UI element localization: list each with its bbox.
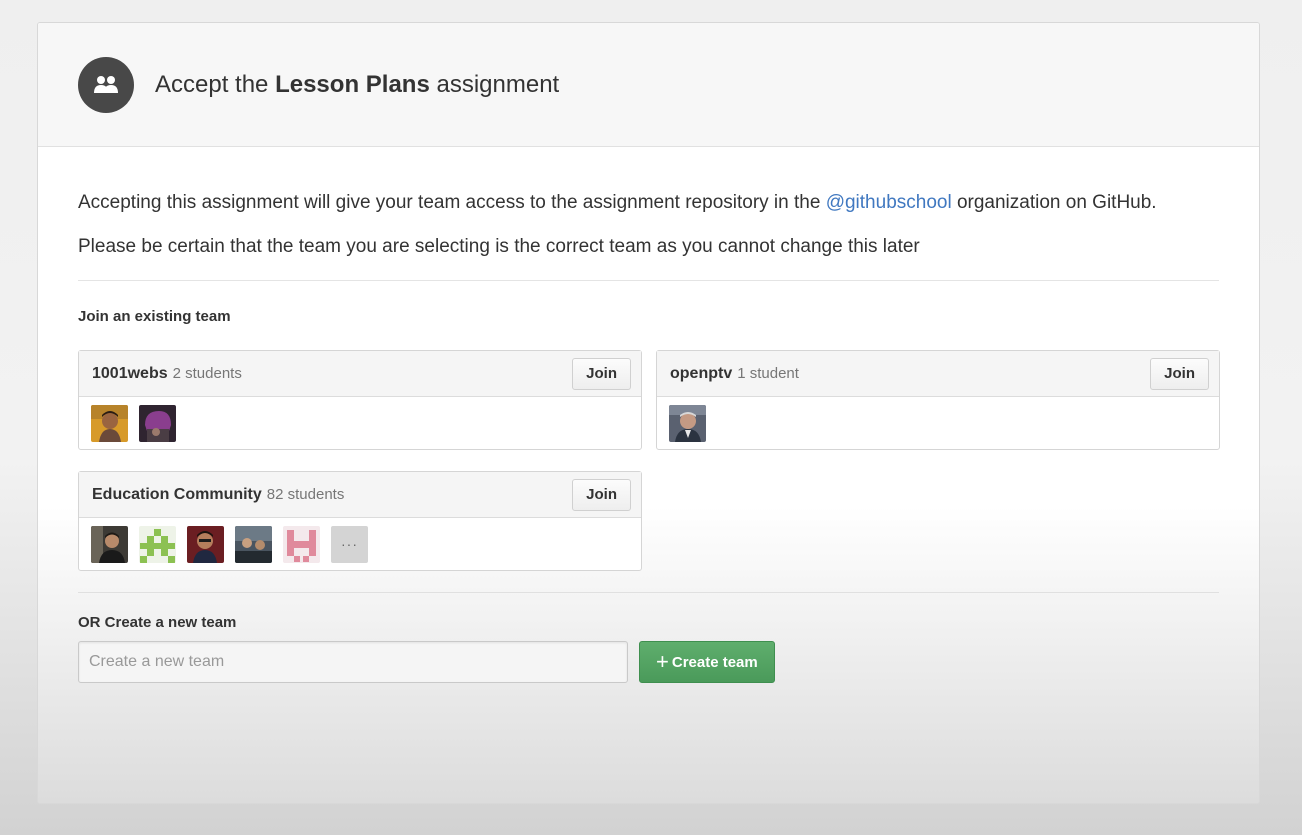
create-team-form: + Create team [78, 641, 1219, 683]
intro-after: organization on GitHub. [951, 192, 1157, 213]
org-link[interactable]: @githubschool [826, 192, 952, 213]
team-name: 1001webs [92, 364, 168, 382]
team-student-count: 1 student [737, 365, 799, 382]
intro-before: Accepting this assignment will give your… [78, 192, 826, 213]
avatar[interactable] [139, 404, 176, 442]
join-button[interactable]: Join [572, 478, 631, 511]
team-header: 1001webs 2 students Join [79, 351, 641, 397]
panel-header: Accept the Lesson Plans assignment [38, 23, 1259, 147]
team-list: 1001webs 2 students Join openptv 1 stude… [78, 350, 1220, 592]
assignment-panel: Accept the Lesson Plans assignment Accep… [37, 22, 1260, 804]
team-card-1001webs: 1001webs 2 students Join [78, 350, 642, 450]
avatar[interactable] [283, 525, 320, 563]
avatar[interactable] [91, 404, 128, 442]
team-name: Education Community [92, 485, 262, 503]
team-members: ··· [79, 518, 641, 570]
avatar[interactable] [139, 525, 176, 563]
join-button[interactable]: Join [1150, 357, 1209, 390]
intro-text: Accepting this assignment will give your… [78, 187, 1178, 218]
team-members [657, 397, 1219, 449]
avatar[interactable] [235, 525, 272, 563]
team-student-count: 2 students [172, 365, 242, 382]
create-team-label: Create team [671, 653, 758, 671]
team-members [79, 397, 641, 449]
join-button[interactable]: Join [572, 357, 631, 390]
team-header: Education Community 82 students Join [79, 472, 641, 518]
create-team-button[interactable]: + Create team [639, 641, 775, 683]
join-section-label: Join an existing team [78, 308, 231, 325]
avatar[interactable] [91, 525, 128, 563]
assignment-name: Lesson Plans [275, 70, 430, 98]
avatar[interactable] [187, 525, 224, 563]
team-card-openptv: openptv 1 student Join [656, 350, 1220, 450]
panel-body: Accepting this assignment will give your… [38, 187, 1259, 683]
avatar[interactable] [669, 404, 706, 442]
team-student-count: 82 students [266, 486, 345, 503]
warning-text: Please be certain that the team you are … [78, 236, 920, 257]
title-prefix: Accept the [155, 70, 276, 98]
team-name: openptv [670, 364, 733, 382]
team-card-education-community: Education Community 82 students Join ··· [78, 471, 642, 571]
create-section-label: OR Create a new team [78, 614, 237, 631]
plus-icon: + [656, 649, 669, 674]
more-members-button[interactable]: ··· [331, 525, 368, 563]
new-team-name-input[interactable] [78, 641, 628, 683]
team-icon [78, 56, 134, 113]
team-header: openptv 1 student Join [657, 351, 1219, 397]
title-suffix: assignment [429, 70, 560, 98]
divider [78, 280, 1219, 281]
divider [78, 592, 1219, 593]
page-title: Accept the Lesson Plans assignment [155, 71, 559, 99]
